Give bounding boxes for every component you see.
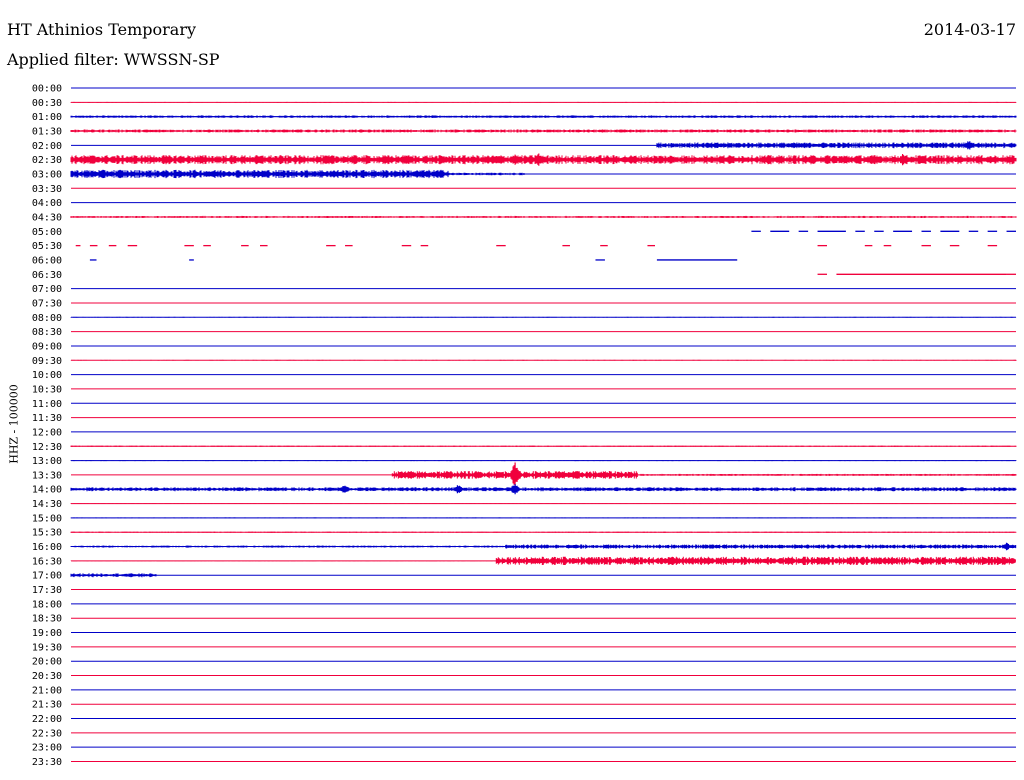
seismic-event [400, 155, 413, 164]
seismic-event [963, 141, 975, 150]
row-time-label: 22:00 [32, 714, 62, 725]
row-time-label: 15:00 [32, 513, 62, 524]
row-time-label: 05:30 [32, 241, 62, 252]
row-noise [70, 115, 1017, 118]
row-time-label: 19:00 [32, 628, 62, 639]
row-noise [70, 560, 497, 562]
row-time-label: 12:00 [32, 427, 62, 438]
row-noise [70, 129, 1017, 133]
row-time-label: 23:00 [32, 743, 62, 754]
row-time-label: 21:00 [32, 685, 62, 696]
row-time-label: 22:30 [32, 728, 62, 739]
row-noise [70, 545, 506, 548]
seismic-event [339, 485, 351, 493]
row-time-label: 11:00 [32, 399, 62, 410]
row-time-label: 17:30 [32, 585, 62, 596]
row-noise [448, 172, 525, 176]
row-noise [70, 487, 1017, 492]
row-time-label: 18:00 [32, 599, 62, 610]
row-time-label: 12:30 [32, 442, 62, 453]
row-noise [656, 142, 1017, 149]
seismic-event [1000, 542, 1013, 551]
row-time-label: 16:30 [32, 556, 62, 567]
row-noise [637, 473, 1017, 476]
row-noise [505, 544, 1017, 549]
row-time-label: 03:30 [32, 184, 62, 195]
seismic-event [509, 462, 521, 488]
seismic-event [509, 154, 521, 165]
row-noise [70, 359, 1017, 361]
seismic-event [533, 153, 545, 166]
row-time-label: 04:30 [32, 212, 62, 223]
row-time-label: 13:30 [32, 470, 62, 481]
row-noise [70, 169, 450, 179]
row-time-label: 13:00 [32, 456, 62, 467]
row-time-label: 02:00 [32, 141, 62, 152]
row-time-label: 14:30 [32, 499, 62, 510]
row-time-label: 03:00 [32, 169, 62, 180]
row-time-label: 06:30 [32, 270, 62, 281]
row-time-label: 15:30 [32, 528, 62, 539]
row-time-label: 20:30 [32, 671, 62, 682]
row-time-label: 05:00 [32, 227, 62, 238]
row-time-label: 23:30 [32, 757, 62, 768]
helicorder-plot: 00:00 00:30 01:00 01:30 02:00 02:30 03:00 03:30… [32, 84, 1017, 768]
row-time-label: 14:00 [32, 485, 62, 496]
seismic-event [509, 484, 521, 495]
row-time-label: 02:30 [32, 155, 62, 166]
row-time-label: 18:30 [32, 614, 62, 625]
row-time-label: 01:00 [32, 112, 62, 123]
row-noise [70, 573, 157, 578]
row-time-label: 09:00 [32, 341, 62, 352]
seismic-event [114, 169, 126, 179]
row-time-label: 06:00 [32, 255, 62, 266]
row-time-label: 00:00 [32, 84, 62, 95]
row-time-label: 10:00 [32, 370, 62, 381]
row-time-label: 07:00 [32, 284, 62, 295]
row-time-label: 01:30 [32, 126, 62, 137]
row-time-label: 09:30 [32, 356, 62, 367]
seismic-event [452, 485, 464, 494]
row-time-label: 17:00 [32, 571, 62, 582]
row-time-label: 16:00 [32, 542, 62, 553]
row-time-label: 07:30 [32, 298, 62, 309]
row-noise [495, 556, 1016, 565]
row-noise [70, 215, 1017, 218]
row-time-label: 10:30 [32, 384, 62, 395]
row-time-label: 21:30 [32, 700, 62, 711]
row-time-label: 11:30 [32, 413, 62, 424]
row-time-label: 20:00 [32, 657, 62, 668]
row-time-label: 08:30 [32, 327, 62, 338]
row-time-label: 19:30 [32, 642, 62, 653]
row-time-label: 00:30 [32, 98, 62, 109]
row-time-label: 08:00 [32, 313, 62, 324]
row-time-label: 04:00 [32, 198, 62, 209]
